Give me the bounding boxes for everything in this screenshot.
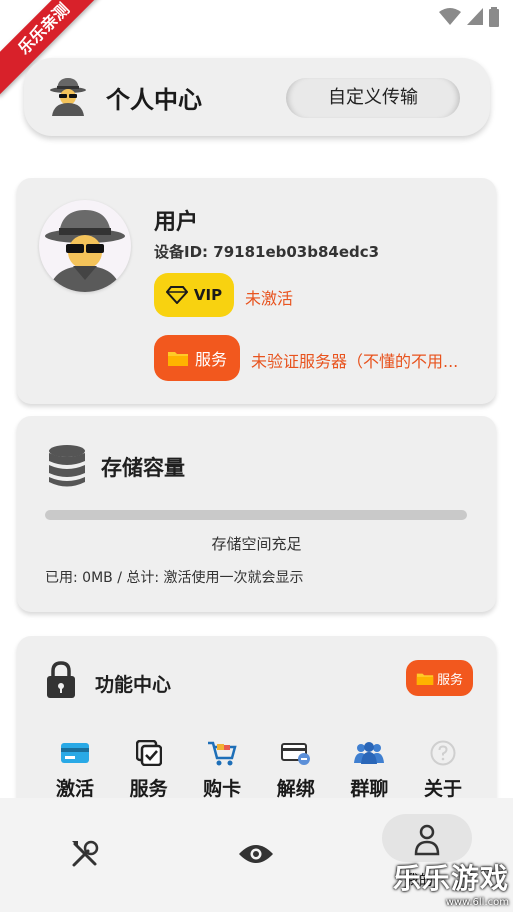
watermark-title: 乐乐游戏 [392,862,509,895]
checkbox-stack-icon [135,740,162,766]
function-center-title: 功能中心 [95,674,172,696]
function-label: 购卡 [203,778,242,800]
user-card: 用户 设备ID: 79181eb03b84edc3 VIP 未激活 服务 未验证… [17,178,496,404]
help-circle-icon [430,740,456,766]
spy-avatar-icon [50,78,86,116]
credit-card-icon [61,743,89,763]
custom-transfer-button[interactable]: 自定义传输 [286,78,460,118]
service-badge[interactable]: 服务 [154,335,240,381]
watermark-url: www.6ll.com [445,897,509,908]
tools-icon [72,840,99,867]
page-title: 个人中心 [106,86,202,114]
function-about[interactable]: 关于 [407,738,479,801]
function-unbind[interactable]: 解绑 [260,738,332,801]
service-label: 服务 [194,350,227,369]
signal-icon [467,8,483,25]
status-icons [439,7,499,27]
spy-avatar-icon [45,210,125,292]
function-service-label: 服务 [436,672,463,688]
diamond-icon [165,286,188,304]
folder-icon [167,352,188,366]
storage-status: 存储空间充足 [211,535,302,553]
corner-watermark: 乐乐游戏 www.6ll.com [393,857,509,908]
storage-usage: 已用: 0MB / 总计: 激活使用一次就会显示 [45,570,304,586]
lock-icon [47,661,75,698]
header-bar: 个人中心 自定义传输 [24,58,490,136]
service-status: 未验证服务器（不懂的不用... [251,352,459,371]
function-buy-card[interactable]: 购卡 [186,738,258,801]
vip-label: VIP [193,286,223,304]
nav-tools[interactable] [65,834,105,874]
bottom-navigation: 我的 乐乐游戏 www.6ll.com [0,798,513,912]
function-label: 解绑 [276,778,315,800]
vip-badge[interactable]: VIP [154,273,234,317]
function-label: 群聊 [350,778,389,800]
nav-profile[interactable] [407,820,447,860]
group-icon [354,742,385,764]
function-activate[interactable]: 激活 [39,738,111,801]
device-id: 设备ID: 79181eb03b84edc3 [154,243,380,261]
function-label: 关于 [423,778,462,800]
wifi-icon [439,8,461,25]
storage-card: 存储容量 存储空间充足 已用: 0MB / 总计: 激活使用一次就会显示 [17,416,496,612]
battery-icon [489,7,499,27]
eye-icon [239,845,273,863]
shopping-cart-icon [208,741,237,766]
database-icon [49,445,85,487]
avatar[interactable] [39,200,131,292]
function-label: 服务 [129,778,168,800]
card-unbind-icon [280,743,310,765]
function-label: 激活 [55,778,94,800]
function-group-chat[interactable]: 群聊 [333,738,405,801]
function-service-badge[interactable]: 服务 [406,660,473,696]
vip-status: 未激活 [245,289,294,308]
storage-title: 存储容量 [101,456,185,480]
nav-view[interactable] [236,834,276,874]
person-icon [414,824,440,856]
storage-progress-bar [45,510,467,520]
function-grid: 激活 服务 购卡 解绑 群聊 关于 [39,738,479,801]
folder-icon [416,673,434,685]
function-service[interactable]: 服务 [113,738,185,801]
user-name: 用户 [154,210,199,235]
